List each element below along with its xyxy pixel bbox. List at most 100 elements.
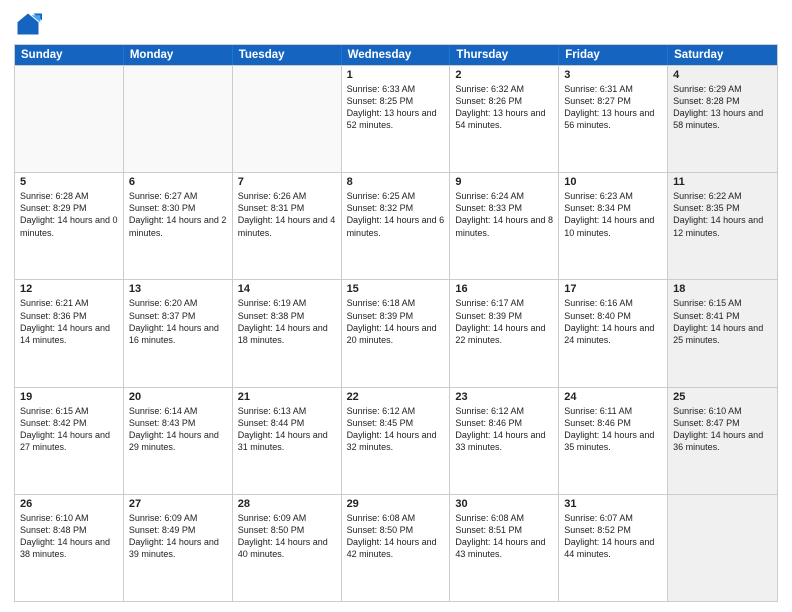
calendar: SundayMondayTuesdayWednesdayThursdayFrid… [14,44,778,602]
calendar-cell-empty-0-1 [124,66,233,172]
day-number: 2 [455,69,553,81]
calendar-cell-10: 10Sunrise: 6:23 AM Sunset: 8:34 PM Dayli… [559,173,668,279]
calendar-cell-25: 25 Sunrise: 6:10 AM Sunset: 8:47 PM Dayli… [668,388,777,494]
weekday-wednesday: Wednesday [342,45,451,65]
day-number: 19 [20,391,118,403]
day-number: 14 [238,283,336,295]
calendar-cell-3: 3 Sunrise: 6:31 AM Sunset: 8:27 PM Daylig… [559,66,668,172]
calendar-cell-14: 14 Sunrise: 6:19 AM Sunset: 8:38 PM Dayli… [233,280,342,386]
calendar-cell-2: 2 Sunrise: 6:32 AM Sunset: 8:26 PM Daylig… [450,66,559,172]
cell-info-text: Sunrise: 6:16 AM Sunset: 8:40 PM Dayligh… [564,297,662,346]
calendar-cell-22: 22Sunrise: 6:12 AM Sunset: 8:45 PM Dayli… [342,388,451,494]
calendar-cell-12: 12 Sunrise: 6:21 AM Sunset: 8:36 PM Dayli… [15,280,124,386]
calendar-cell-28: 28Sunrise: 6:09 AM Sunset: 8:50 PM Dayli… [233,495,342,601]
calendar-cell-7: 7 Sunrise: 6:26 AM Sunset: 8:31 PM Daylig… [233,173,342,279]
logo [14,10,46,38]
day-number: 18 [673,283,772,295]
calendar-cell-8: 8 Sunrise: 6:25 AM Sunset: 8:32 PM Daylig… [342,173,451,279]
cell-info-text: Sunrise: 6:32 AM Sunset: 8:26 PM Dayligh… [455,83,553,132]
weekday-saturday: Saturday [668,45,777,65]
calendar-cell-21: 21 Sunrise: 6:13 AM Sunset: 8:44 PM Dayli… [233,388,342,494]
calendar-cell-empty-4-6 [668,495,777,601]
cell-info-text: Sunrise: 6:26 AM Sunset: 8:31 PM Dayligh… [238,190,336,239]
calendar-cell-16: 16 Sunrise: 6:17 AM Sunset: 8:39 PM Dayli… [450,280,559,386]
page: SundayMondayTuesdayWednesdayThursdayFrid… [0,0,792,612]
cell-info-text: Sunrise: 6:21 AM Sunset: 8:36 PM Dayligh… [20,297,118,346]
cell-info-text: Sunrise: 6:24 AM Sunset: 8:33 PM Dayligh… [455,190,553,239]
calendar-cell-26: 26 Sunrise: 6:10 AM Sunset: 8:48 PM Dayli… [15,495,124,601]
day-number: 31 [564,498,662,510]
weekday-thursday: Thursday [450,45,559,65]
cell-info-text: Sunrise: 6:12 AM Sunset: 8:46 PM Dayligh… [455,405,553,454]
cell-info-text: Sunrise: 6:08 AM Sunset: 8:51 PM Dayligh… [455,512,553,561]
calendar-cell-empty-0-2 [233,66,342,172]
cell-info-text: Sunrise: 6:29 AM Sunset: 8:28 PM Dayligh… [673,83,772,132]
day-number: 5 [20,176,118,188]
cell-info-text: Sunrise: 6:11 AM Sunset: 8:46 PM Dayligh… [564,405,662,454]
weekday-friday: Friday [559,45,668,65]
weekday-monday: Monday [124,45,233,65]
cell-info-text: Sunrise: 6:09 AM Sunset: 8:50 PM Dayligh… [238,512,336,561]
day-number: 16 [455,283,553,295]
day-number: 7 [238,176,336,188]
calendar-cell-31: 31 Sunrise: 6:07 AM Sunset: 8:52 PM Dayli… [559,495,668,601]
day-number: 27 [129,498,227,510]
calendar-cell-15: 15Sunrise: 6:18 AM Sunset: 8:39 PM Dayli… [342,280,451,386]
day-number: 11 [673,176,772,188]
calendar-cell-29: 29 Sunrise: 6:08 AM Sunset: 8:50 PM Dayli… [342,495,451,601]
cell-info-text: Sunrise: 6:17 AM Sunset: 8:39 PM Dayligh… [455,297,553,346]
day-number: 29 [347,498,445,510]
calendar-row-3: 19 Sunrise: 6:15 AM Sunset: 8:42 PM Dayli… [15,387,777,494]
cell-info-text: Sunrise: 6:14 AM Sunset: 8:43 PM Dayligh… [129,405,227,454]
cell-info-text: Sunrise: 6:08 AM Sunset: 8:50 PM Dayligh… [347,512,445,561]
cell-info-text: Sunrise: 6:15 AM Sunset: 8:42 PM Dayligh… [20,405,118,454]
cell-info-text: Sunrise: 6:19 AM Sunset: 8:38 PM Dayligh… [238,297,336,346]
calendar-cell-1: 1 Sunrise: 6:33 AM Sunset: 8:25 PM Daylig… [342,66,451,172]
cell-info-text: Sunrise: 6:15 AM Sunset: 8:41 PM Dayligh… [673,297,772,346]
day-number: 17 [564,283,662,295]
calendar-body: 1 Sunrise: 6:33 AM Sunset: 8:25 PM Daylig… [15,65,777,601]
day-number: 15 [347,283,445,295]
calendar-cell-4: 4 Sunrise: 6:29 AM Sunset: 8:28 PM Daylig… [668,66,777,172]
calendar-row-1: 5Sunrise: 6:28 AM Sunset: 8:29 PM Daylig… [15,172,777,279]
cell-info-text: Sunrise: 6:25 AM Sunset: 8:32 PM Dayligh… [347,190,445,239]
calendar-cell-13: 13 Sunrise: 6:20 AM Sunset: 8:37 PM Dayli… [124,280,233,386]
day-number: 6 [129,176,227,188]
calendar-row-2: 12 Sunrise: 6:21 AM Sunset: 8:36 PM Dayli… [15,279,777,386]
cell-info-text: Sunrise: 6:20 AM Sunset: 8:37 PM Dayligh… [129,297,227,346]
day-number: 30 [455,498,553,510]
cell-info-text: Sunrise: 6:23 AM Sunset: 8:34 PM Dayligh… [564,190,662,239]
cell-info-text: Sunrise: 6:22 AM Sunset: 8:35 PM Dayligh… [673,190,772,239]
day-number: 3 [564,69,662,81]
calendar-cell-30: 30 Sunrise: 6:08 AM Sunset: 8:51 PM Dayli… [450,495,559,601]
day-number: 21 [238,391,336,403]
calendar-cell-empty-0-0 [15,66,124,172]
cell-info-text: Sunrise: 6:10 AM Sunset: 8:48 PM Dayligh… [20,512,118,561]
day-number: 13 [129,283,227,295]
calendar-cell-23: 23 Sunrise: 6:12 AM Sunset: 8:46 PM Dayli… [450,388,559,494]
cell-info-text: Sunrise: 6:27 AM Sunset: 8:30 PM Dayligh… [129,190,227,239]
cell-info-text: Sunrise: 6:13 AM Sunset: 8:44 PM Dayligh… [238,405,336,454]
day-number: 12 [20,283,118,295]
calendar-cell-18: 18 Sunrise: 6:15 AM Sunset: 8:41 PM Dayli… [668,280,777,386]
weekday-tuesday: Tuesday [233,45,342,65]
calendar-cell-17: 17 Sunrise: 6:16 AM Sunset: 8:40 PM Dayli… [559,280,668,386]
cell-info-text: Sunrise: 6:09 AM Sunset: 8:49 PM Dayligh… [129,512,227,561]
cell-info-text: Sunrise: 6:10 AM Sunset: 8:47 PM Dayligh… [673,405,772,454]
day-number: 26 [20,498,118,510]
day-number: 8 [347,176,445,188]
calendar-cell-11: 11 Sunrise: 6:22 AM Sunset: 8:35 PM Dayli… [668,173,777,279]
day-number: 23 [455,391,553,403]
weekday-sunday: Sunday [15,45,124,65]
cell-info-text: Sunrise: 6:07 AM Sunset: 8:52 PM Dayligh… [564,512,662,561]
calendar-cell-19: 19 Sunrise: 6:15 AM Sunset: 8:42 PM Dayli… [15,388,124,494]
day-number: 25 [673,391,772,403]
cell-info-text: Sunrise: 6:31 AM Sunset: 8:27 PM Dayligh… [564,83,662,132]
calendar-cell-20: 20Sunrise: 6:14 AM Sunset: 8:43 PM Dayli… [124,388,233,494]
calendar-row-0: 1 Sunrise: 6:33 AM Sunset: 8:25 PM Daylig… [15,65,777,172]
day-number: 4 [673,69,772,81]
calendar-cell-27: 27 Sunrise: 6:09 AM Sunset: 8:49 PM Dayli… [124,495,233,601]
day-number: 1 [347,69,445,81]
calendar-cell-5: 5Sunrise: 6:28 AM Sunset: 8:29 PM Daylig… [15,173,124,279]
cell-info-text: Sunrise: 6:33 AM Sunset: 8:25 PM Dayligh… [347,83,445,132]
